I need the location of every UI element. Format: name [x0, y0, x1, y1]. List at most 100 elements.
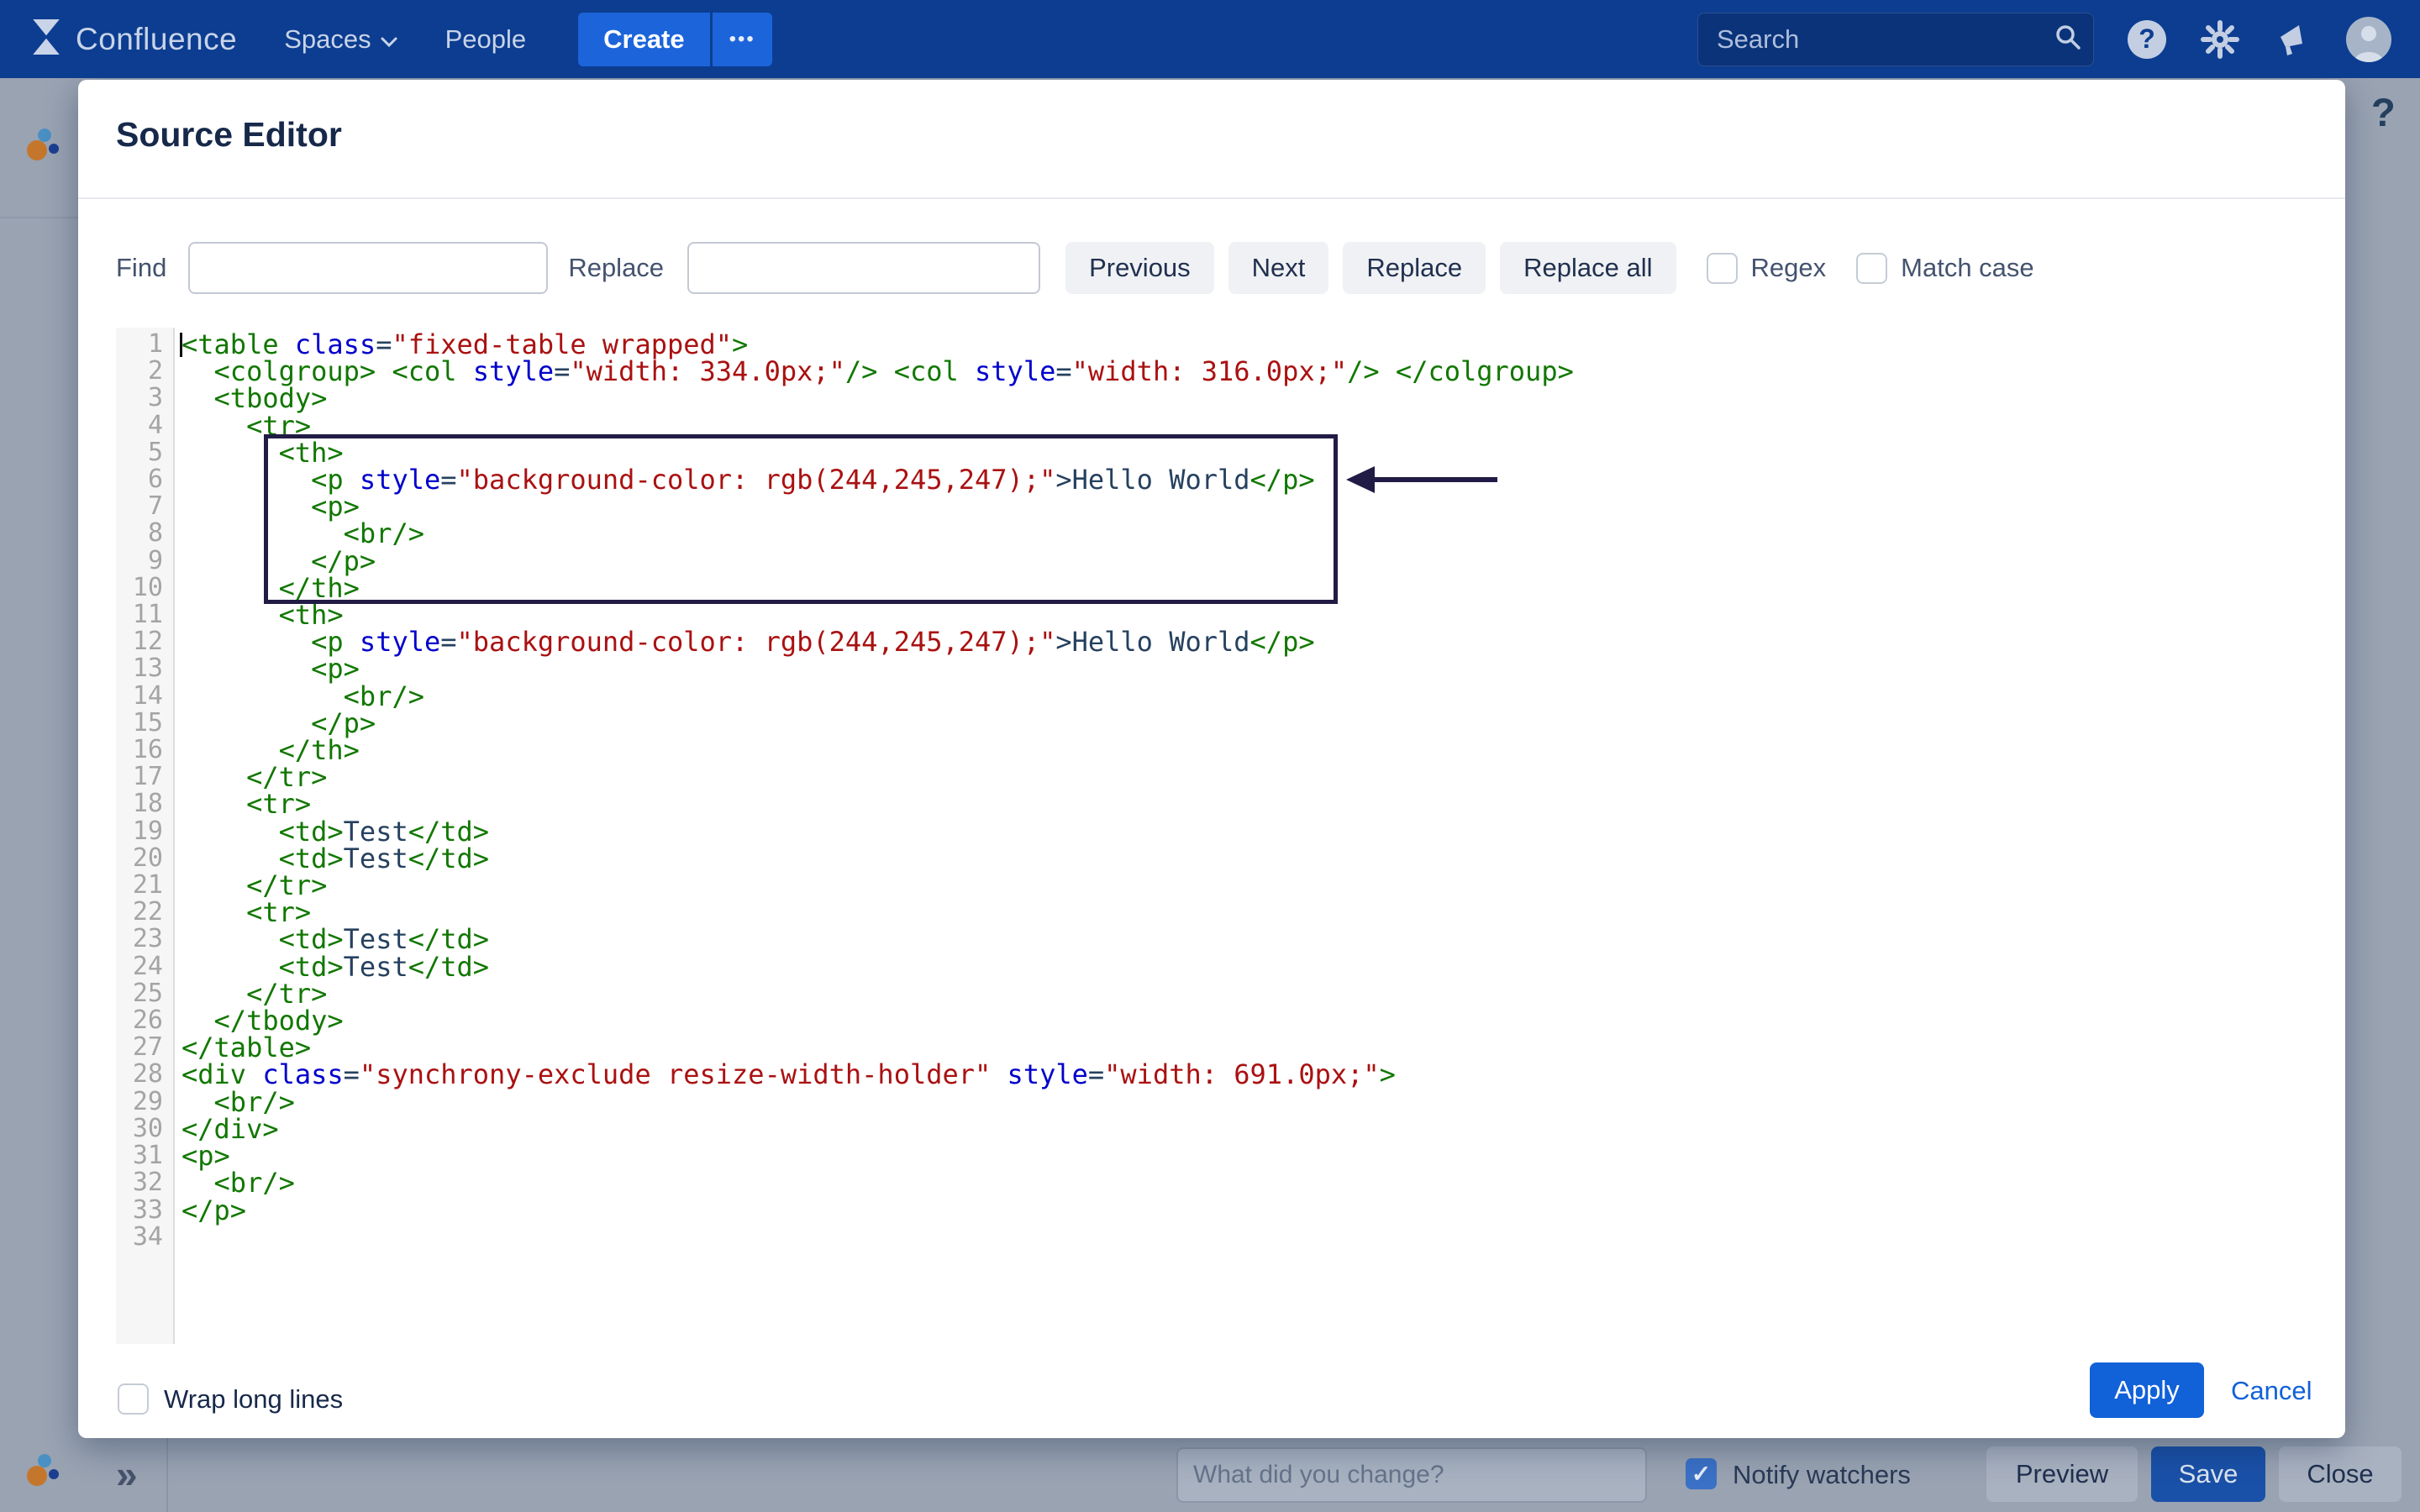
help-icon[interactable]: ?	[2128, 20, 2166, 59]
code-token: style	[1007, 1058, 1088, 1090]
code-line[interactable]: <tbody>	[182, 385, 2309, 412]
change-comment-input[interactable]	[1176, 1447, 1647, 1503]
code-line[interactable]: </p>	[182, 548, 2309, 575]
line-number: 25	[116, 980, 173, 1007]
line-number: 13	[116, 655, 173, 682]
code-line[interactable]: <th>	[182, 601, 2309, 628]
replace-input[interactable]	[687, 242, 1040, 294]
search-icon[interactable]	[2054, 23, 2082, 55]
preview-button[interactable]: Preview	[1986, 1446, 2138, 1502]
wrap-long-lines-row: Wrap long lines	[118, 1383, 343, 1415]
code-line[interactable]: <tr>	[182, 790, 2309, 817]
line-number: 1	[116, 331, 173, 358]
code-token: =	[344, 1058, 360, 1090]
replace-all-button[interactable]: Replace all	[1500, 242, 1676, 294]
code-line[interactable]: </tr>	[182, 872, 2309, 899]
line-number: 12	[116, 628, 173, 655]
announcement-megaphone-icon[interactable]	[2274, 20, 2312, 59]
regex-checkbox[interactable]	[1707, 253, 1738, 284]
code-token: </td>	[408, 951, 489, 983]
line-number: 15	[116, 710, 173, 737]
code-line[interactable]: </tbody>	[182, 1007, 2309, 1034]
code-line[interactable]: </th>	[182, 737, 2309, 764]
code-token: >Hello World	[1055, 626, 1249, 658]
line-number: 5	[116, 439, 173, 466]
code-line[interactable]: <p style="background-color: rgb(244,245,…	[182, 628, 2309, 655]
code-line[interactable]: </tr>	[182, 980, 2309, 1007]
wrap-long-lines-label: Wrap long lines	[164, 1384, 343, 1415]
code-line[interactable]: <br/>	[182, 1089, 2309, 1116]
code-line[interactable]: </p>	[182, 710, 2309, 737]
wrap-long-lines-checkbox[interactable]	[118, 1383, 149, 1415]
sidebar-expand-icon[interactable]: »	[116, 1452, 138, 1497]
line-number: 8	[116, 520, 173, 547]
code-line[interactable]: </table>	[182, 1034, 2309, 1061]
code-line[interactable]: <td>Test</td>	[182, 845, 2309, 872]
nav-spaces[interactable]: Spaces	[284, 24, 397, 55]
modal-header-divider	[78, 197, 2345, 199]
global-search[interactable]	[1697, 13, 2094, 66]
code-line[interactable]: <th>	[182, 439, 2309, 466]
save-button[interactable]: Save	[2151, 1446, 2265, 1502]
nav-people[interactable]: People	[445, 24, 527, 55]
apply-button[interactable]: Apply	[2090, 1362, 2204, 1418]
editor-gutter: 1234567891011121314151617181920212223242…	[116, 328, 175, 1344]
code-line[interactable]: </tr>	[182, 764, 2309, 790]
notify-watchers-checkbox[interactable]: ✓	[1686, 1458, 1717, 1489]
confluence-logo[interactable]: Confluence	[29, 18, 237, 60]
code-line[interactable]: <td>Test</td>	[182, 926, 2309, 953]
replace-button[interactable]: Replace	[1343, 242, 1486, 294]
page-help-icon[interactable]: ?	[2371, 89, 2396, 135]
code-token: />	[1347, 355, 1380, 387]
user-avatar[interactable]	[2346, 17, 2391, 62]
code-token: </p>	[1250, 464, 1315, 496]
code-lines[interactable]: <table class="fixed-table wrapped"> <col…	[182, 331, 2309, 1251]
code-line[interactable]: </th>	[182, 575, 2309, 601]
code-line[interactable]: <br/>	[182, 520, 2309, 547]
code-editor[interactable]: 1234567891011121314151617181920212223242…	[116, 328, 2309, 1344]
line-number: 17	[116, 764, 173, 790]
code-line[interactable]: <div class="synchrony-exclude resize-wid…	[182, 1061, 2309, 1088]
create-more-button[interactable]: •••	[713, 13, 772, 66]
code-line[interactable]: <table class="fixed-table wrapped">	[182, 331, 2309, 358]
gear-icon[interactable]	[2200, 19, 2240, 60]
sidebar-divider	[0, 217, 78, 218]
code-line[interactable]	[182, 1224, 2309, 1251]
line-number: 11	[116, 601, 173, 628]
code-line[interactable]: <td>Test</td>	[182, 818, 2309, 845]
code-token: "width: 316.0px;"	[1072, 355, 1348, 387]
cancel-link[interactable]: Cancel	[2231, 1376, 2312, 1406]
code-line[interactable]: <br/>	[182, 683, 2309, 710]
code-line[interactable]: <colgroup> <col style="width: 334.0px;"/…	[182, 358, 2309, 385]
code-line[interactable]: <tr>	[182, 412, 2309, 439]
next-button[interactable]: Next	[1228, 242, 1329, 294]
code-token: Test	[344, 951, 408, 983]
create-button[interactable]: Create	[578, 13, 710, 66]
previous-button[interactable]: Previous	[1065, 242, 1214, 294]
line-number: 32	[116, 1169, 173, 1196]
source-editor-modal: Source Editor Find Replace Previous Next…	[78, 80, 2345, 1438]
code-line[interactable]: </p>	[182, 1197, 2309, 1224]
code-line[interactable]: <p>	[182, 493, 2309, 520]
code-token: </td>	[408, 843, 489, 874]
code-line[interactable]: <br/>	[182, 1169, 2309, 1196]
search-input[interactable]	[1715, 24, 2054, 55]
code-line[interactable]: <td>Test</td>	[182, 953, 2309, 980]
code-line[interactable]: </div>	[182, 1116, 2309, 1142]
line-number: 18	[116, 790, 173, 817]
code-line[interactable]: <p>	[182, 1142, 2309, 1169]
code-line[interactable]: <tr>	[182, 899, 2309, 926]
match-case-checkbox[interactable]	[1856, 253, 1887, 284]
space-logo[interactable]	[24, 124, 62, 171]
code-token: Test	[344, 843, 408, 874]
line-number: 29	[116, 1089, 173, 1116]
line-number: 4	[116, 412, 173, 439]
code-line[interactable]: <p>	[182, 655, 2309, 682]
space-logo-bottom[interactable]	[24, 1450, 62, 1496]
close-button[interactable]: Close	[2279, 1446, 2402, 1502]
gutter-numbers: 1234567891011121314151617181920212223242…	[116, 328, 173, 1251]
line-number: 23	[116, 926, 173, 953]
find-input[interactable]	[188, 242, 548, 294]
code-line[interactable]: <p style="background-color: rgb(244,245,…	[182, 466, 2309, 493]
code-token: "width: 334.0px;"	[570, 355, 845, 387]
